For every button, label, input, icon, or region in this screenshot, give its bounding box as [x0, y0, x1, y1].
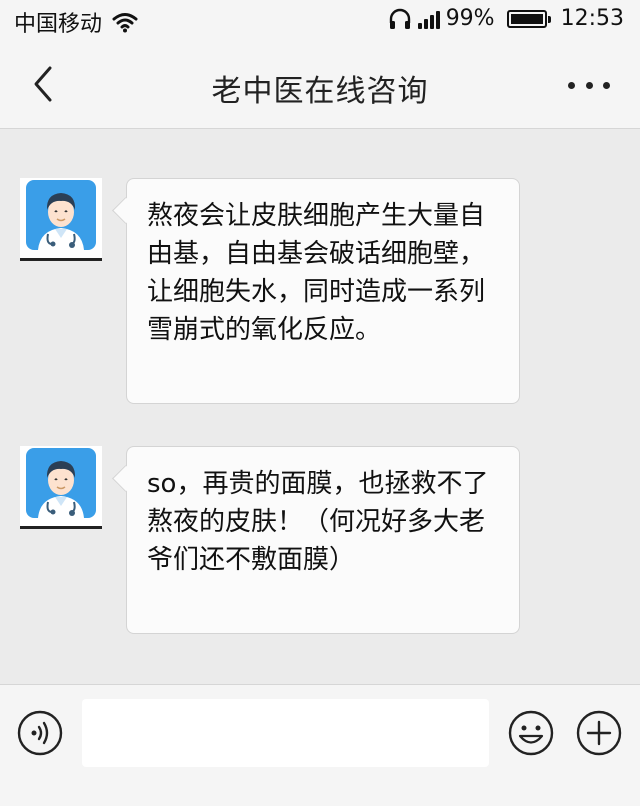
headset-icon	[389, 8, 410, 29]
signal-icon	[417, 9, 440, 29]
voice-input-icon[interactable]	[16, 709, 64, 757]
page-title: 老中医在线咨询	[211, 74, 429, 109]
input-bar	[0, 684, 640, 806]
clock: 12:53	[560, 6, 624, 31]
emoji-icon[interactable]	[507, 709, 555, 757]
status-bar: 中国移动 99% 12:53	[0, 0, 640, 40]
battery-icon	[506, 9, 551, 28]
add-more-icon[interactable]	[575, 709, 623, 757]
message-bubble[interactable]: so，再贵的面膜，也拯救不了熬夜的皮肤！（何况好多大老爷们还不敷面膜）	[126, 446, 520, 634]
carrier-label: 中国移动	[14, 12, 103, 37]
battery-percent: 99%	[445, 6, 495, 31]
wifi-icon	[112, 13, 138, 33]
doctor-avatar[interactable]	[20, 178, 102, 261]
title-bar: 老中医在线咨询	[0, 40, 640, 129]
more-options-icon[interactable]	[568, 78, 610, 92]
message-input[interactable]	[82, 699, 489, 767]
doctor-icon	[26, 180, 96, 250]
message-bubble[interactable]: 熬夜会让皮肤细胞产生大量自由基，自由基会破话细胞壁，让细胞失水，同时造成一系列雪…	[126, 178, 520, 404]
doctor-avatar[interactable]	[20, 446, 102, 529]
doctor-icon	[26, 448, 96, 518]
